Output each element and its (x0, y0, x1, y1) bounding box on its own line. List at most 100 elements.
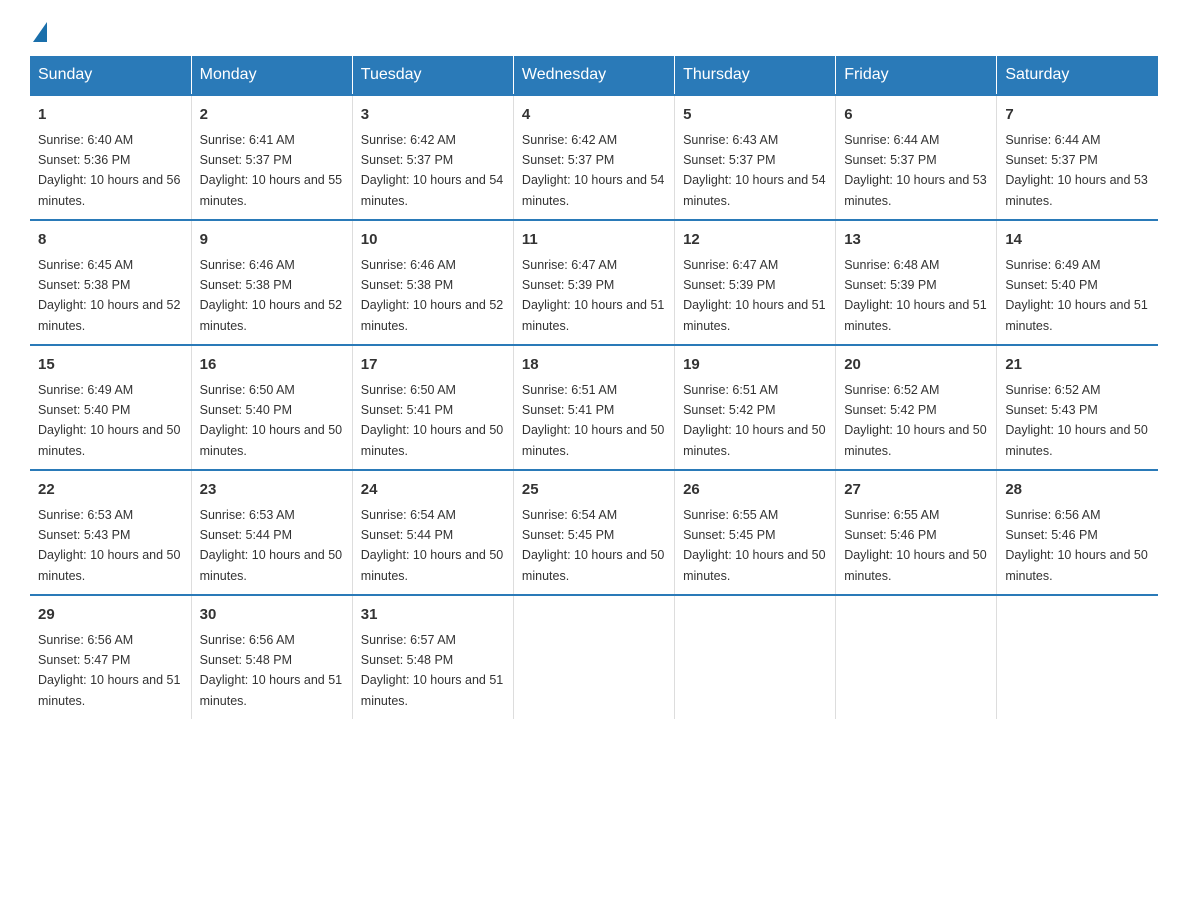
day-cell: 15 Sunrise: 6:49 AMSunset: 5:40 PMDayligh… (30, 345, 191, 470)
day-cell: 21Sunrise: 6:52 AMSunset: 5:43 PMDayligh… (997, 345, 1158, 470)
day-cell: 25 Sunrise: 6:54 AMSunset: 5:45 PMDayligh… (513, 470, 674, 595)
day-info: Sunrise: 6:55 AMSunset: 5:46 PMDaylight:… (844, 508, 986, 583)
day-info: Sunrise: 6:49 AMSunset: 5:40 PMDaylight:… (38, 383, 180, 458)
day-number: 14 (1005, 229, 1150, 252)
day-info: Sunrise: 6:49 AMSunset: 5:40 PMDaylight:… (1005, 258, 1147, 333)
day-number: 9 (200, 229, 344, 252)
day-number: 19 (683, 354, 827, 377)
day-cell: 10 Sunrise: 6:46 AMSunset: 5:38 PMDayligh… (352, 220, 513, 345)
week-row-5: 29 Sunrise: 6:56 AMSunset: 5:47 PMDayligh… (30, 595, 1158, 719)
day-number: 30 (200, 604, 344, 627)
day-info: Sunrise: 6:56 AMSunset: 5:48 PMDaylight:… (200, 633, 342, 708)
day-number: 16 (200, 354, 344, 377)
day-info: Sunrise: 6:47 AMSunset: 5:39 PMDaylight:… (683, 258, 825, 333)
day-number: 27 (844, 479, 988, 502)
day-number: 10 (361, 229, 505, 252)
header-cell-monday: Monday (191, 56, 352, 95)
day-cell: 23Sunrise: 6:53 AMSunset: 5:44 PMDayligh… (191, 470, 352, 595)
day-info: Sunrise: 6:42 AMSunset: 5:37 PMDaylight:… (522, 133, 664, 208)
day-number: 7 (1005, 104, 1150, 127)
day-info: Sunrise: 6:52 AMSunset: 5:42 PMDaylight:… (844, 383, 986, 458)
day-cell: 12 Sunrise: 6:47 AMSunset: 5:39 PMDayligh… (675, 220, 836, 345)
calendar-body: 1 Sunrise: 6:40 AMSunset: 5:36 PMDaylight… (30, 95, 1158, 719)
header-cell-wednesday: Wednesday (513, 56, 674, 95)
header-cell-saturday: Saturday (997, 56, 1158, 95)
day-info: Sunrise: 6:46 AMSunset: 5:38 PMDaylight:… (361, 258, 503, 333)
day-number: 29 (38, 604, 183, 627)
day-info: Sunrise: 6:50 AMSunset: 5:41 PMDaylight:… (361, 383, 503, 458)
day-info: Sunrise: 6:44 AMSunset: 5:37 PMDaylight:… (844, 133, 986, 208)
week-row-4: 22 Sunrise: 6:53 AMSunset: 5:43 PMDayligh… (30, 470, 1158, 595)
day-cell: 31 Sunrise: 6:57 AMSunset: 5:48 PMDayligh… (352, 595, 513, 719)
day-info: Sunrise: 6:52 AMSunset: 5:43 PMDaylight:… (1005, 383, 1147, 458)
day-info: Sunrise: 6:54 AMSunset: 5:44 PMDaylight:… (361, 508, 503, 583)
day-cell: 27 Sunrise: 6:55 AMSunset: 5:46 PMDayligh… (836, 470, 997, 595)
day-info: Sunrise: 6:51 AMSunset: 5:41 PMDaylight:… (522, 383, 664, 458)
header-cell-thursday: Thursday (675, 56, 836, 95)
day-number: 17 (361, 354, 505, 377)
day-number: 28 (1005, 479, 1150, 502)
day-cell: 19 Sunrise: 6:51 AMSunset: 5:42 PMDayligh… (675, 345, 836, 470)
day-info: Sunrise: 6:53 AMSunset: 5:43 PMDaylight:… (38, 508, 180, 583)
day-number: 1 (38, 104, 183, 127)
day-info: Sunrise: 6:44 AMSunset: 5:37 PMDaylight:… (1005, 133, 1147, 208)
header-cell-tuesday: Tuesday (352, 56, 513, 95)
day-number: 18 (522, 354, 666, 377)
day-cell: 7 Sunrise: 6:44 AMSunset: 5:37 PMDaylight… (997, 95, 1158, 220)
day-info: Sunrise: 6:57 AMSunset: 5:48 PMDaylight:… (361, 633, 503, 708)
day-info: Sunrise: 6:40 AMSunset: 5:36 PMDaylight:… (38, 133, 180, 208)
day-cell: 29 Sunrise: 6:56 AMSunset: 5:47 PMDayligh… (30, 595, 191, 719)
day-info: Sunrise: 6:51 AMSunset: 5:42 PMDaylight:… (683, 383, 825, 458)
day-cell: 14 Sunrise: 6:49 AMSunset: 5:40 PMDayligh… (997, 220, 1158, 345)
day-info: Sunrise: 6:54 AMSunset: 5:45 PMDaylight:… (522, 508, 664, 583)
day-cell (836, 595, 997, 719)
day-cell: 9 Sunrise: 6:46 AMSunset: 5:38 PMDaylight… (191, 220, 352, 345)
day-number: 26 (683, 479, 827, 502)
day-info: Sunrise: 6:56 AMSunset: 5:47 PMDaylight:… (38, 633, 180, 708)
day-cell: 20 Sunrise: 6:52 AMSunset: 5:42 PMDayligh… (836, 345, 997, 470)
day-cell: 26 Sunrise: 6:55 AMSunset: 5:45 PMDayligh… (675, 470, 836, 595)
day-number: 11 (522, 229, 666, 252)
day-cell: 5Sunrise: 6:43 AMSunset: 5:37 PMDaylight… (675, 95, 836, 220)
day-cell: 13Sunrise: 6:48 AMSunset: 5:39 PMDayligh… (836, 220, 997, 345)
day-number: 20 (844, 354, 988, 377)
day-cell (997, 595, 1158, 719)
day-number: 2 (200, 104, 344, 127)
day-cell: 30 Sunrise: 6:56 AMSunset: 5:48 PMDayligh… (191, 595, 352, 719)
day-cell (513, 595, 674, 719)
header-cell-sunday: Sunday (30, 56, 191, 95)
day-cell: 11 Sunrise: 6:47 AMSunset: 5:39 PMDayligh… (513, 220, 674, 345)
logo-triangle-icon (33, 22, 47, 42)
day-info: Sunrise: 6:55 AMSunset: 5:45 PMDaylight:… (683, 508, 825, 583)
day-info: Sunrise: 6:50 AMSunset: 5:40 PMDaylight:… (200, 383, 342, 458)
day-number: 15 (38, 354, 183, 377)
header-cell-friday: Friday (836, 56, 997, 95)
day-number: 3 (361, 104, 505, 127)
day-cell: 4Sunrise: 6:42 AMSunset: 5:37 PMDaylight… (513, 95, 674, 220)
day-cell: 8Sunrise: 6:45 AMSunset: 5:38 PMDaylight… (30, 220, 191, 345)
day-number: 12 (683, 229, 827, 252)
week-row-1: 1 Sunrise: 6:40 AMSunset: 5:36 PMDaylight… (30, 95, 1158, 220)
day-cell: 16 Sunrise: 6:50 AMSunset: 5:40 PMDayligh… (191, 345, 352, 470)
day-cell: 28 Sunrise: 6:56 AMSunset: 5:46 PMDayligh… (997, 470, 1158, 595)
logo (30, 20, 47, 38)
week-row-3: 15 Sunrise: 6:49 AMSunset: 5:40 PMDayligh… (30, 345, 1158, 470)
day-number: 24 (361, 479, 505, 502)
day-info: Sunrise: 6:48 AMSunset: 5:39 PMDaylight:… (844, 258, 986, 333)
day-info: Sunrise: 6:46 AMSunset: 5:38 PMDaylight:… (200, 258, 342, 333)
day-cell: 18 Sunrise: 6:51 AMSunset: 5:41 PMDayligh… (513, 345, 674, 470)
day-info: Sunrise: 6:42 AMSunset: 5:37 PMDaylight:… (361, 133, 503, 208)
header-row: SundayMondayTuesdayWednesdayThursdayFrid… (30, 56, 1158, 95)
week-row-2: 8Sunrise: 6:45 AMSunset: 5:38 PMDaylight… (30, 220, 1158, 345)
calendar-header: SundayMondayTuesdayWednesdayThursdayFrid… (30, 56, 1158, 95)
day-number: 22 (38, 479, 183, 502)
day-info: Sunrise: 6:41 AMSunset: 5:37 PMDaylight:… (200, 133, 342, 208)
day-cell: 2 Sunrise: 6:41 AMSunset: 5:37 PMDaylight… (191, 95, 352, 220)
day-number: 25 (522, 479, 666, 502)
page-header (30, 20, 1158, 38)
calendar-table: SundayMondayTuesdayWednesdayThursdayFrid… (30, 56, 1158, 719)
day-number: 6 (844, 104, 988, 127)
day-info: Sunrise: 6:47 AMSunset: 5:39 PMDaylight:… (522, 258, 664, 333)
day-info: Sunrise: 6:56 AMSunset: 5:46 PMDaylight:… (1005, 508, 1147, 583)
day-number: 31 (361, 604, 505, 627)
